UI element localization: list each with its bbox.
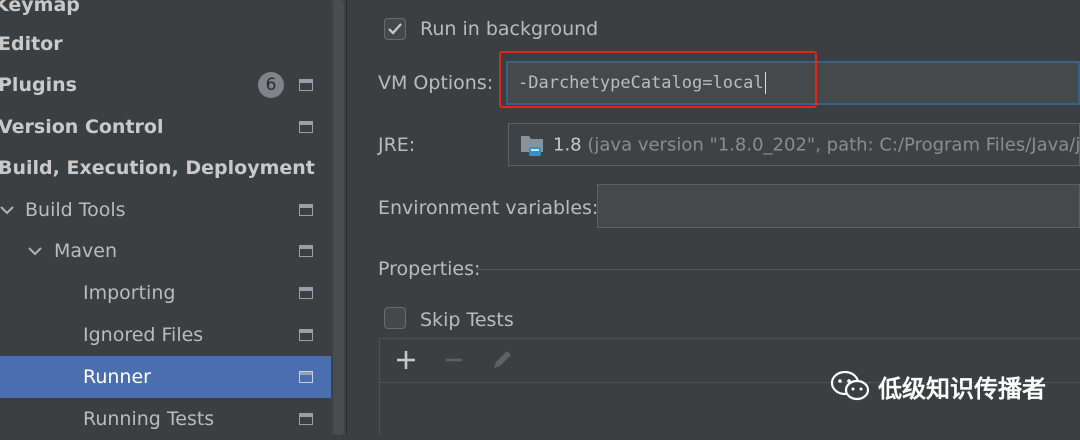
project-level-icon <box>299 371 313 383</box>
jdk-folder-icon <box>521 136 543 156</box>
tree-item-label: Keymap <box>0 0 80 16</box>
settings-tree: Keymap Editor Plugins 6 Version Control … <box>0 0 346 435</box>
tree-item-label: Maven <box>54 240 118 262</box>
chevron-down-icon[interactable] <box>26 242 44 260</box>
wechat-watermark: 低级知识传播者 <box>830 370 1046 403</box>
project-level-icon <box>299 79 313 91</box>
tree-item-label: Version Control <box>0 116 164 138</box>
jre-select[interactable]: 1.8 (java version "1.8.0_202", path: C:/… <box>508 123 1080 166</box>
tree-item-label: Running Tests <box>83 408 215 430</box>
vm-options-label: VM Options: <box>378 72 494 94</box>
tree-item-label: Plugins <box>0 74 77 96</box>
highlight-box <box>499 51 817 108</box>
project-level-icon <box>299 204 313 216</box>
sidebar-scrollbar[interactable] <box>331 0 346 435</box>
properties-label: Properties: <box>378 258 481 280</box>
watermark-text: 低级知识传播者 <box>878 374 1046 403</box>
skip-tests-checkbox[interactable] <box>384 307 406 329</box>
tree-item-editor[interactable]: Editor <box>0 23 331 65</box>
tree-item-label: Build, Execution, Deployment <box>0 157 315 179</box>
remove-icon[interactable] <box>441 347 467 373</box>
skip-tests-label: Skip Tests <box>420 309 514 331</box>
jre-label: JRE: <box>378 134 416 156</box>
tree-item-plugins[interactable]: Plugins 6 <box>0 64 331 106</box>
project-level-icon <box>299 413 313 425</box>
project-level-icon <box>299 329 313 341</box>
checkmark-icon <box>388 23 402 35</box>
wechat-logo-icon <box>830 370 870 401</box>
tree-item-running-tests[interactable]: Running Tests <box>0 398 331 440</box>
tree-item-runner[interactable]: Runner <box>0 356 346 398</box>
chevron-down-icon[interactable] <box>0 201 16 219</box>
tree-item-importing[interactable]: Importing <box>0 272 331 314</box>
project-level-icon <box>299 287 313 299</box>
scrollbar-thumb[interactable] <box>333 0 344 435</box>
edit-pencil-icon[interactable] <box>489 347 515 373</box>
run-in-background-label: Run in background <box>420 18 599 40</box>
tree-item-build-tools[interactable]: Build Tools <box>0 189 331 231</box>
environment-variables-label: Environment variables: <box>378 197 599 219</box>
environment-variables-input[interactable] <box>597 184 1080 228</box>
project-level-icon <box>299 245 313 257</box>
tree-item-ignored-files[interactable]: Ignored Files <box>0 314 331 356</box>
project-level-icon <box>299 121 313 133</box>
tree-item-version-control[interactable]: Version Control <box>0 106 331 148</box>
tree-item-label: Runner <box>83 366 151 388</box>
tree-item-label: Build Tools <box>25 199 126 221</box>
tree-item-label: Importing <box>83 282 176 304</box>
add-icon[interactable] <box>393 347 419 373</box>
tree-item-maven[interactable]: Maven <box>0 230 331 272</box>
tree-item-build-execution-deployment[interactable]: Build, Execution, Deployment <box>0 147 331 189</box>
tree-item-label: Ignored Files <box>83 324 204 346</box>
properties-separator <box>477 269 1080 270</box>
updates-count-badge: 6 <box>258 72 284 98</box>
tree-item-label: Editor <box>0 33 63 55</box>
run-in-background-checkbox[interactable] <box>384 18 406 40</box>
jre-value: 1.8 (java version "1.8.0_202", path: C:/… <box>553 134 1080 155</box>
